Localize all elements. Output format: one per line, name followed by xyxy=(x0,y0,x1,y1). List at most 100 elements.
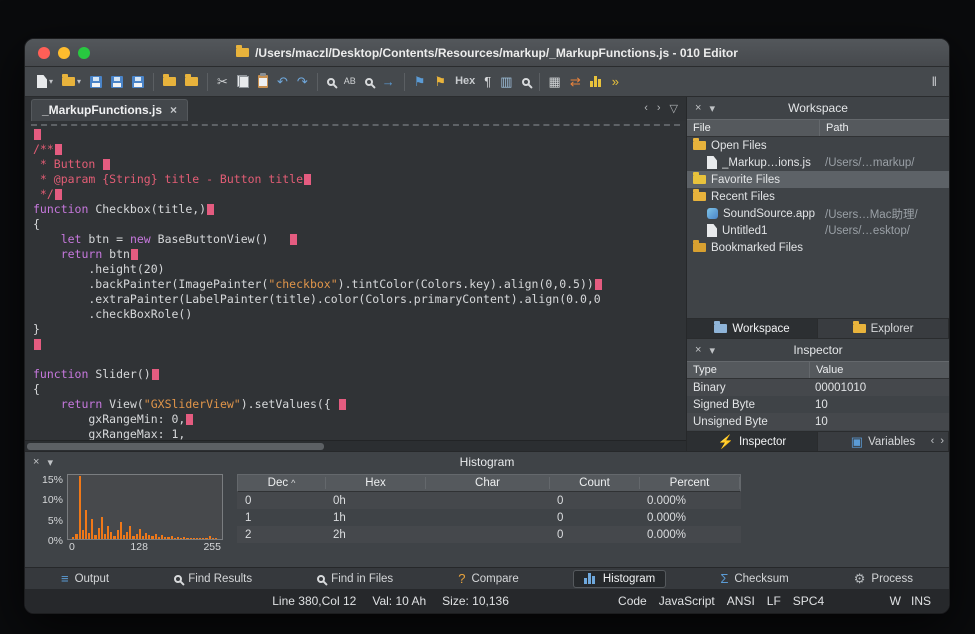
column-header-value[interactable]: Value xyxy=(809,362,949,378)
inspector-row[interactable]: Binary00001010 xyxy=(687,379,949,396)
workspace-panel-header: × ▾ Workspace xyxy=(687,97,949,119)
close-panel-icon[interactable]: × xyxy=(33,456,39,469)
panel-tab-find-results[interactable]: Find Results xyxy=(164,571,262,587)
hex-mode-button[interactable]: Hex xyxy=(451,73,479,90)
prev-file-button[interactable]: ‹ xyxy=(644,102,648,115)
histogram-tool-button[interactable] xyxy=(586,73,607,90)
pause-button[interactable]: ‖ xyxy=(928,72,941,91)
overflow-button[interactable]: » xyxy=(608,72,623,91)
next-tabs-icon[interactable]: › xyxy=(940,435,944,447)
replace-button[interactable]: AB xyxy=(340,74,360,89)
inspector-row[interactable]: Unsigned Byte10 xyxy=(687,413,949,430)
panel-tab-find-in-files[interactable]: Find in Files xyxy=(307,571,403,587)
column-header-type[interactable]: Type xyxy=(687,362,809,378)
scrollbar-thumb[interactable] xyxy=(27,443,324,450)
save-button[interactable] xyxy=(86,73,106,91)
panel-tab-histogram[interactable]: Histogram xyxy=(574,571,665,587)
find-next-button[interactable] xyxy=(361,75,377,89)
column-mode-button[interactable]: ▥ xyxy=(496,72,516,91)
zoom-button[interactable] xyxy=(518,75,534,89)
open-file-button[interactable]: ▾ xyxy=(58,74,85,89)
row-favorite-files[interactable]: Favorite Files xyxy=(687,171,949,188)
next-file-button[interactable]: › xyxy=(657,102,661,115)
bookmark-all-button[interactable]: ⚑ xyxy=(430,72,450,91)
row-open-files[interactable]: Open Files xyxy=(687,137,949,154)
histogram-table: Dec^HexCharCountPercent 00h00.000%11h00.0… xyxy=(237,474,741,543)
column-header-hex[interactable]: Hex xyxy=(326,477,426,489)
code-editor[interactable]: /** * Button * @param {String} title - B… xyxy=(25,121,686,451)
column-header-percent[interactable]: Percent xyxy=(640,477,740,489)
cut-button[interactable]: ✂ xyxy=(213,72,232,91)
file-list-button[interactable]: ▽ xyxy=(670,102,678,115)
line-end-marker xyxy=(152,369,159,380)
row-untitled1[interactable]: Untitled1/Users/…esktop/ xyxy=(687,222,949,239)
open-recent-button[interactable] xyxy=(181,74,202,89)
panel-tab-process[interactable]: ⚙Process xyxy=(844,570,923,587)
calculator-button[interactable]: ▦ xyxy=(545,72,565,91)
histogram-table-row[interactable]: 22h00.000% xyxy=(237,526,741,543)
tab-workspace[interactable]: Workspace xyxy=(687,319,818,338)
column-header-dec[interactable]: Dec^ xyxy=(238,477,326,489)
histogram-table-row[interactable]: 11h00.000% xyxy=(237,509,741,526)
tab-explorer[interactable]: Explorer xyxy=(818,319,949,338)
prev-tabs-icon[interactable]: ‹ xyxy=(931,435,935,447)
tab-close-icon[interactable]: × xyxy=(170,103,177,117)
row-recent-files[interactable]: Recent Files xyxy=(687,188,949,205)
row-markupfunctions-file[interactable]: _Markup…ions.js/Users/…markup/ xyxy=(687,154,949,171)
histogram-bar xyxy=(215,538,217,539)
find-next-icon xyxy=(365,78,373,86)
save-all-button[interactable] xyxy=(128,73,148,91)
column-header-char[interactable]: Char xyxy=(426,477,550,489)
column-header-count[interactable]: Count xyxy=(550,477,640,489)
table-cell: 0 xyxy=(549,512,639,524)
line-end-marker xyxy=(207,204,214,215)
zoom-window-button[interactable] xyxy=(78,47,90,59)
dropdown-caret-icon: ▾ xyxy=(77,77,81,86)
histogram-bar xyxy=(132,536,134,539)
code-line: function Slider() xyxy=(33,367,686,382)
panel-tab-output[interactable]: ≡Output xyxy=(51,570,119,587)
title-bar[interactable]: /Users/maczl/Desktop/Contents/Resources/… xyxy=(25,39,949,67)
base-converter-button[interactable]: ⇄ xyxy=(566,72,585,91)
panel-menu-icon[interactable]: ▾ xyxy=(709,102,715,115)
close-panel-icon[interactable]: × xyxy=(695,102,701,115)
histogram-bar xyxy=(174,538,176,539)
copy-button[interactable] xyxy=(233,72,253,91)
inspector-row[interactable]: Signed Byte10 xyxy=(687,396,949,413)
column-header-path[interactable]: Path xyxy=(819,120,949,136)
row-soundsource-app[interactable]: SoundSource.app/Users…Mac助理/ xyxy=(687,205,949,222)
save-as-button[interactable] xyxy=(107,73,127,91)
panel-tab-checksum[interactable]: ΣChecksum xyxy=(710,570,798,587)
minimize-window-button[interactable] xyxy=(58,47,70,59)
close-panel-icon[interactable]: × xyxy=(695,344,701,357)
panel-menu-icon[interactable]: ▾ xyxy=(47,456,53,469)
bookmark-button[interactable]: ⚑ xyxy=(410,72,430,91)
editor-column: _MarkupFunctions.js × ‹ › ▽ /** * Button *… xyxy=(25,97,687,451)
line-end-marker xyxy=(339,399,346,410)
close-window-button[interactable] xyxy=(38,47,50,59)
column-header-file[interactable]: File xyxy=(687,120,819,136)
undo-button[interactable]: ↶ xyxy=(273,72,292,91)
histogram-bar xyxy=(142,536,144,539)
new-file-button[interactable]: ▾ xyxy=(33,72,57,91)
tab-markupfunctions[interactable]: _MarkupFunctions.js × xyxy=(31,99,188,121)
open-folder-button[interactable] xyxy=(159,74,180,89)
status-spacer xyxy=(509,601,618,602)
goto-button[interactable]: → xyxy=(378,72,399,91)
find-button[interactable] xyxy=(323,75,339,89)
row-bookmarked-files[interactable]: Bookmarked Files xyxy=(687,239,949,256)
paste-button[interactable] xyxy=(254,72,272,91)
redo-button[interactable]: ↷ xyxy=(293,72,312,91)
histogram-bar xyxy=(120,522,122,539)
horizontal-scrollbar[interactable] xyxy=(25,440,686,451)
line-end-marker xyxy=(131,249,138,260)
histogram-table-row[interactable]: 00h00.000% xyxy=(237,492,741,509)
code-area[interactable]: /** * Button * @param {String} title - B… xyxy=(25,127,686,440)
panel-menu-icon[interactable]: ▾ xyxy=(709,344,715,357)
whitespace-toggle-button[interactable]: ¶ xyxy=(480,72,495,91)
tab-inspector[interactable]: ⚡Inspector xyxy=(687,432,818,451)
panel-tab-compare[interactable]: ?Compare xyxy=(448,570,529,587)
inspector-value: 10 xyxy=(809,399,949,411)
tab-label: Histogram xyxy=(603,573,655,585)
file-label: _Markup…ions.js xyxy=(722,157,811,169)
